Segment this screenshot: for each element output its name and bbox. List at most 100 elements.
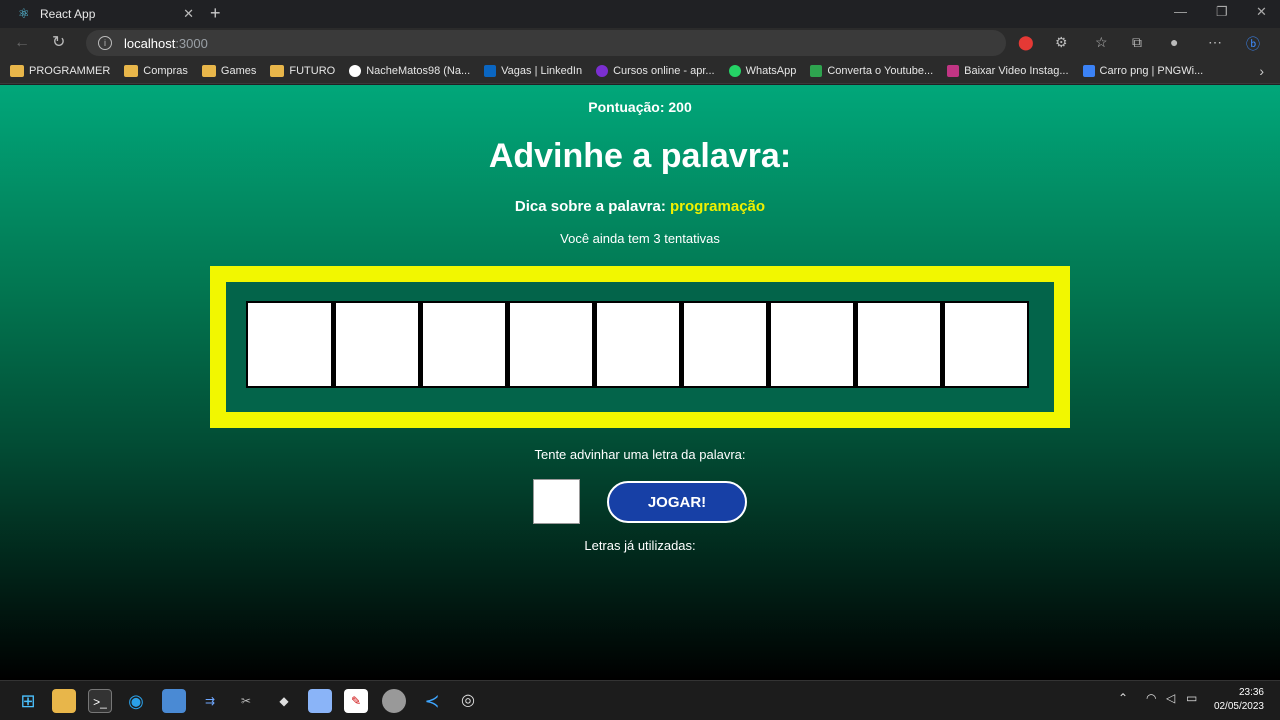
bookmark-item[interactable]: Games [201, 64, 257, 77]
info-icon[interactable]: i [98, 36, 112, 50]
folder-icon [270, 64, 285, 77]
score-text: Pontuação: 200 [588, 99, 692, 115]
url-port: :3000 [175, 35, 208, 51]
hint-prefix: Dica sobre a palavra: [514, 198, 666, 215]
folder-icon [124, 64, 139, 77]
play-button[interactable]: JOGAR! [607, 481, 747, 523]
bookmark-label: Converta o Youtube... [827, 64, 934, 77]
letter-box [855, 301, 942, 388]
folder-icon [201, 64, 216, 77]
bookmark-label: WhatsApp [745, 64, 797, 77]
react-icon: ⚛ [18, 6, 30, 21]
minimize-icon[interactable]: — [1174, 4, 1187, 19]
browser-tab-bar: ⚛ React App ✕ + — ❐ ✕ [0, 0, 1280, 28]
letter-box [594, 301, 681, 388]
volume-icon[interactable]: ◁ [1166, 691, 1175, 705]
system-clock[interactable]: 23:36 02/05/2023 [1214, 686, 1264, 714]
obs-icon[interactable]: ◎ [456, 689, 480, 713]
file-explorer-icon[interactable] [52, 689, 76, 713]
bookmark-label: Cursos online - apr... [613, 64, 715, 77]
vscode-icon[interactable]: ≺ [420, 689, 444, 713]
url-host: localhost [124, 35, 176, 51]
extension-shield-icon[interactable]: ⬤ [1018, 34, 1034, 51]
windows-start-icon[interactable]: ⊞ [16, 689, 40, 713]
word-board-inner [226, 282, 1054, 412]
bookmark-item[interactable]: Carro png | PNGWi... [1082, 64, 1204, 77]
page-title: Advinhe a palavra: [488, 137, 792, 175]
guess-prompt: Tente advinhar uma letra da palavra: [534, 447, 746, 462]
instagram-icon [947, 64, 960, 77]
letter-box [768, 301, 855, 388]
bookmark-item[interactable]: NacheMatos98 (Na... [349, 64, 471, 77]
database-icon[interactable] [382, 689, 406, 713]
clock-date: 02/05/2023 [1213, 701, 1264, 712]
word-board [210, 266, 1070, 428]
clock-time: 23:36 [1238, 687, 1264, 698]
profile-avatar[interactable]: ● [1170, 34, 1178, 50]
bookmark-label: FUTURO [289, 64, 336, 77]
address-bar[interactable]: i localhost :3000 [86, 30, 1006, 56]
tab-react-app[interactable]: ⚛ React App ✕ [8, 0, 204, 28]
hint-text: Dica sobre a palavra: programação [0, 198, 1280, 215]
bookmark-item[interactable]: WhatsApp [728, 64, 797, 77]
letter-box [681, 301, 768, 388]
edge-icon[interactable]: ◉ [124, 689, 148, 713]
bookmark-item[interactable]: Compras [124, 64, 188, 77]
new-tab-icon[interactable]: + [210, 3, 221, 23]
download-icon [810, 64, 823, 77]
bing-icon[interactable]: ⓑ [1246, 34, 1260, 54]
close-window-icon[interactable]: ✕ [1256, 4, 1267, 20]
letter-box [246, 301, 333, 388]
game-page: Pontuação: 200 Advinhe a palavra: Dica s… [0, 85, 1280, 680]
windows-taskbar: ⊞ >_ ◉ ⇉ ✂ ◆ ✎ ≺ ◎ ⌃ ◠ ◁ ▭ 23:36 02/05/2… [0, 680, 1280, 720]
extensions-icon[interactable]: ⚙ [1055, 34, 1068, 51]
github-icon [349, 64, 362, 77]
bookmark-item[interactable]: Converta o Youtube... [810, 64, 934, 77]
paint-icon[interactable]: ✎ [344, 689, 368, 713]
snipping-tool-icon[interactable]: ✂ [234, 689, 258, 713]
letter-box [507, 301, 594, 388]
pngwing-icon [1082, 64, 1095, 77]
collections-icon[interactable]: ⧉ [1132, 34, 1142, 51]
favorites-icon[interactable]: ☆ [1095, 34, 1108, 51]
bookmark-item[interactable]: Vagas | LinkedIn [484, 64, 583, 77]
bookmark-label: PROGRAMMER [29, 64, 111, 77]
bookmark-label: NacheMatos98 (Na... [366, 64, 471, 77]
bookmarks-bar: PROGRAMMER Compras Games FUTURO NacheMat… [0, 58, 1280, 84]
photos-icon[interactable] [162, 689, 186, 713]
bookmark-item[interactable]: Baixar Video Instag... [947, 64, 1069, 77]
wifi-icon[interactable]: ◠ [1146, 691, 1156, 705]
folder-icon [10, 64, 24, 77]
bookmark-label: Vagas | LinkedIn [501, 64, 583, 77]
maximize-icon[interactable]: ❐ [1216, 4, 1228, 20]
more-menu-icon[interactable]: ⋯ [1208, 34, 1222, 51]
close-tab-icon[interactable]: ✕ [183, 6, 194, 22]
chevron-up-icon[interactable]: ⌃ [1118, 691, 1128, 705]
bookmark-label: Games [220, 64, 257, 77]
power-automate-icon[interactable]: ⇉ [198, 689, 222, 713]
letter-box [942, 301, 1029, 388]
refresh-icon[interactable]: ↻ [52, 33, 65, 53]
letter-box [333, 301, 420, 388]
used-letters-label: Letras já utilizadas: [584, 538, 696, 553]
whatsapp-icon [728, 64, 741, 77]
bookmark-item[interactable]: Cursos online - apr... [596, 64, 715, 77]
hint-word: programação [670, 198, 766, 215]
linkedin-icon [484, 64, 497, 77]
bookmark-label: Baixar Video Instag... [964, 64, 1069, 77]
bookmark-item[interactable]: PROGRAMMER [10, 64, 111, 77]
back-icon[interactable]: ← [14, 33, 30, 53]
letter-input[interactable] [533, 479, 580, 524]
bookmark-label: Carro png | PNGWi... [1099, 64, 1204, 77]
calculator-icon[interactable] [308, 689, 332, 713]
bookmark-label: Compras [143, 64, 188, 77]
app-icon[interactable]: ◆ [272, 689, 296, 713]
courses-icon [596, 64, 609, 77]
tab-title: React App [40, 7, 96, 21]
chevron-right-icon[interactable]: › [1259, 63, 1264, 79]
terminal-icon[interactable]: >_ [88, 689, 112, 713]
battery-icon[interactable]: ▭ [1186, 691, 1197, 705]
browser-toolbar: ← ↻ i localhost :3000 ⬤ ⚙ ☆ ⧉ ● ⋯ ⓑ [0, 28, 1280, 58]
letter-box [420, 301, 507, 388]
bookmark-item[interactable]: FUTURO [270, 64, 336, 77]
